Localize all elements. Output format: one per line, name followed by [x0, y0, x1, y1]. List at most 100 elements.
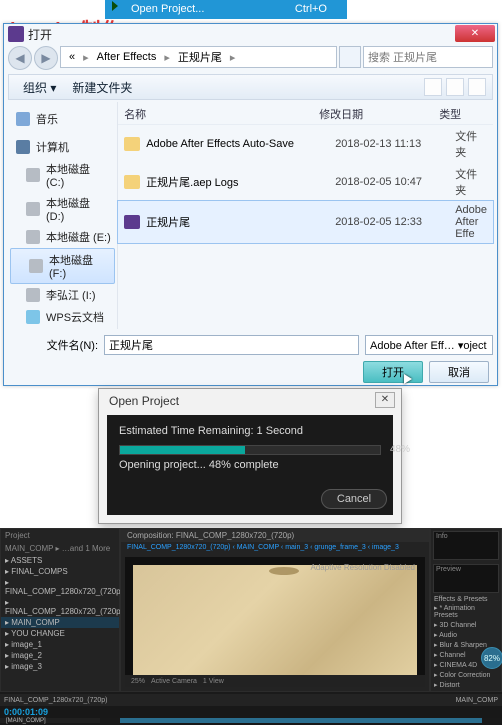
project-bin-item[interactable]: ▸ image_1: [1, 639, 119, 650]
file-row[interactable]: 正规片尾2018-02-05 12:33Adobe After Effe: [118, 201, 493, 243]
preview-pane-icon[interactable]: [446, 78, 464, 96]
ae-workspace: Project MAIN_COMP ▸ …and 1 More ▸ ASSETS…: [0, 528, 502, 725]
project-bin-item[interactable]: ▸ image_3: [1, 661, 119, 672]
effect-category[interactable]: ▸ Distort: [434, 680, 498, 690]
refresh-button[interactable]: [339, 46, 361, 68]
file-date: 2018-02-05 12:33: [335, 216, 455, 228]
viewer-zoom[interactable]: 25%: [131, 678, 145, 685]
help-icon[interactable]: [468, 78, 486, 96]
disk-icon: [29, 259, 43, 273]
effect-category[interactable]: ▸ * Animation Presets: [434, 603, 498, 620]
cursor-icon: [404, 374, 412, 384]
project-panel[interactable]: Project MAIN_COMP ▸ …and 1 More ▸ ASSETS…: [0, 528, 120, 692]
timeline-tab[interactable]: FINAL_COMP_1280x720_(720p): [4, 697, 108, 704]
disk-icon: [26, 230, 40, 244]
project-bin-item[interactable]: ▸ FINAL_COMP_1280x720_(720p): [1, 577, 119, 597]
search-input[interactable]: 搜索 正规片尾: [363, 46, 493, 68]
layer-clip[interactable]: [120, 718, 482, 723]
computer-icon: [16, 140, 30, 154]
viewer-footer: 25% Active Camera 1 View: [125, 675, 425, 687]
breadcrumb-overflow[interactable]: «: [65, 51, 79, 63]
viewer-camera[interactable]: Active Camera: [151, 678, 197, 685]
view-icon[interactable]: [424, 78, 442, 96]
effect-category[interactable]: ▸ 3D Channel: [434, 620, 498, 630]
progress-title: Open Project: [109, 394, 179, 408]
breadcrumb-item[interactable]: After Effects: [93, 51, 161, 63]
nav-disk-e[interactable]: 本地磁盘 (E:): [8, 226, 117, 248]
disk-icon: [26, 288, 40, 302]
progress-cancel-button[interactable]: Cancel: [321, 489, 387, 509]
effect-category[interactable]: ▸ Audio: [434, 630, 498, 640]
organize-button[interactable]: 组织 ▾: [15, 77, 64, 98]
nav-cloud[interactable]: WPS云文档: [8, 306, 117, 328]
project-bin-item[interactable]: ▸ FINAL_COMPS: [1, 566, 119, 577]
menu-open-project[interactable]: Open Project... Ctrl+O: [105, 0, 347, 19]
file-row[interactable]: 正规片尾.aep Logs2018-02-05 10:47文件夹: [118, 163, 493, 201]
col-date[interactable]: 修改日期: [319, 106, 439, 122]
project-bin-item[interactable]: ▸ FINAL_COMP_1280x720_(720p): [1, 597, 119, 617]
project-bin-item[interactable]: ▸ image_2: [1, 650, 119, 661]
composition-crumbs[interactable]: FINAL_COMP_1280x720_(720p) ‹ MAIN_COMP ‹…: [121, 542, 429, 553]
effects-panel[interactable]: Effects & Presets ▸ * Animation Presets▸…: [431, 595, 501, 691]
composition-tab[interactable]: Composition: FINAL_COMP_1280x720_(720p): [121, 529, 429, 542]
cursor-icon: [112, 1, 118, 11]
disk-icon: [26, 168, 40, 182]
nav-disk-c[interactable]: 本地磁盘 (C:): [8, 158, 117, 192]
project-bin-item[interactable]: ▸ ASSETS: [1, 555, 119, 566]
timeline-panel[interactable]: FINAL_COMP_1280x720_(720p) MAIN_COMP 0:0…: [0, 694, 502, 725]
app-menu-bar: Open Project... Ctrl+O: [0, 0, 502, 14]
timecode[interactable]: 0:00:01:09: [0, 706, 502, 718]
folder-icon: [124, 137, 140, 151]
cancel-button[interactable]: 取消: [429, 361, 489, 383]
progress-bar: 48%: [119, 445, 381, 455]
progress-close-button[interactable]: ✕: [375, 392, 395, 408]
disk-icon: [26, 202, 40, 216]
composition-panel: Composition: FINAL_COMP_1280x720_(720p) …: [120, 528, 430, 692]
folder-tree: 音乐 计算机 本地磁盘 (C:) 本地磁盘 (D:) 本地磁盘 (E:) 本地磁…: [8, 102, 118, 329]
project-bin-item[interactable]: ▸ MAIN_COMP: [1, 617, 119, 628]
viewer-views[interactable]: 1 View: [203, 678, 224, 685]
progress-fill: [120, 446, 245, 454]
col-name[interactable]: 名称: [124, 106, 319, 122]
viewer-frame: [133, 565, 417, 679]
nav-computer[interactable]: 计算机: [8, 136, 117, 158]
filename-input[interactable]: [104, 335, 359, 355]
composition-viewer[interactable]: Adaptive Resolution Disabled 25% Active …: [125, 557, 425, 687]
dialog-title: 打开: [28, 26, 52, 43]
open-project-progress: Open Project ✕ Estimated Time Remaining:…: [98, 388, 402, 524]
dialog-app-icon: [8, 26, 24, 42]
effect-category[interactable]: ▸ Color Correction: [434, 670, 498, 680]
nav-disk-f[interactable]: 本地磁盘 (F:): [10, 248, 115, 284]
project-bin-item[interactable]: ▸ YOU CHANGE: [1, 628, 119, 639]
col-type[interactable]: 类型: [439, 106, 487, 122]
info-panel[interactable]: Info: [433, 531, 499, 560]
project-panel-tab[interactable]: Project: [1, 529, 119, 542]
nav-back-button[interactable]: ◀: [8, 46, 32, 70]
file-type: 文件夹: [455, 128, 487, 160]
menu-shortcut: Ctrl+O: [295, 0, 327, 19]
nav-music[interactable]: 音乐: [8, 108, 117, 130]
filetype-select[interactable]: Adobe After Eff… ▾oject: [365, 335, 493, 355]
aep-icon: [124, 215, 140, 229]
nav-forward-button[interactable]: ▶: [34, 46, 58, 70]
layer-name[interactable]: [MAIN_COMP]: [0, 718, 100, 723]
new-folder-button[interactable]: 新建文件夹: [64, 77, 140, 98]
file-date: 2018-02-13 11:13: [335, 138, 455, 150]
file-row[interactable]: Adobe After Effects Auto-Save2018-02-13 …: [118, 125, 493, 163]
right-panels: Info Preview Effects & Presets ▸ * Anima…: [430, 528, 502, 692]
breadcrumb[interactable]: «▸ After Effects▸ 正规片尾▸: [60, 46, 337, 68]
file-name: 正规片尾: [146, 214, 335, 230]
effects-tab[interactable]: Effects & Presets: [434, 596, 498, 603]
timeline-tab-2[interactable]: MAIN_COMP: [456, 697, 498, 704]
dialog-close-button[interactable]: ✕: [455, 25, 495, 42]
progress-status: Opening project... 48% complete: [119, 459, 381, 471]
nav-disk-d[interactable]: 本地磁盘 (D:): [8, 192, 117, 226]
filename-label: 文件名(N):: [8, 337, 98, 353]
preview-panel[interactable]: Preview: [433, 564, 499, 593]
breadcrumb-item[interactable]: 正规片尾: [174, 49, 226, 65]
file-name: 正规片尾.aep Logs: [146, 174, 335, 190]
progress-percent: 48%: [390, 444, 410, 455]
open-button[interactable]: 打开: [363, 361, 423, 383]
timeline-layer[interactable]: [MAIN_COMP]: [0, 718, 502, 723]
nav-user-drive[interactable]: 李弘江 (I:): [8, 284, 117, 306]
